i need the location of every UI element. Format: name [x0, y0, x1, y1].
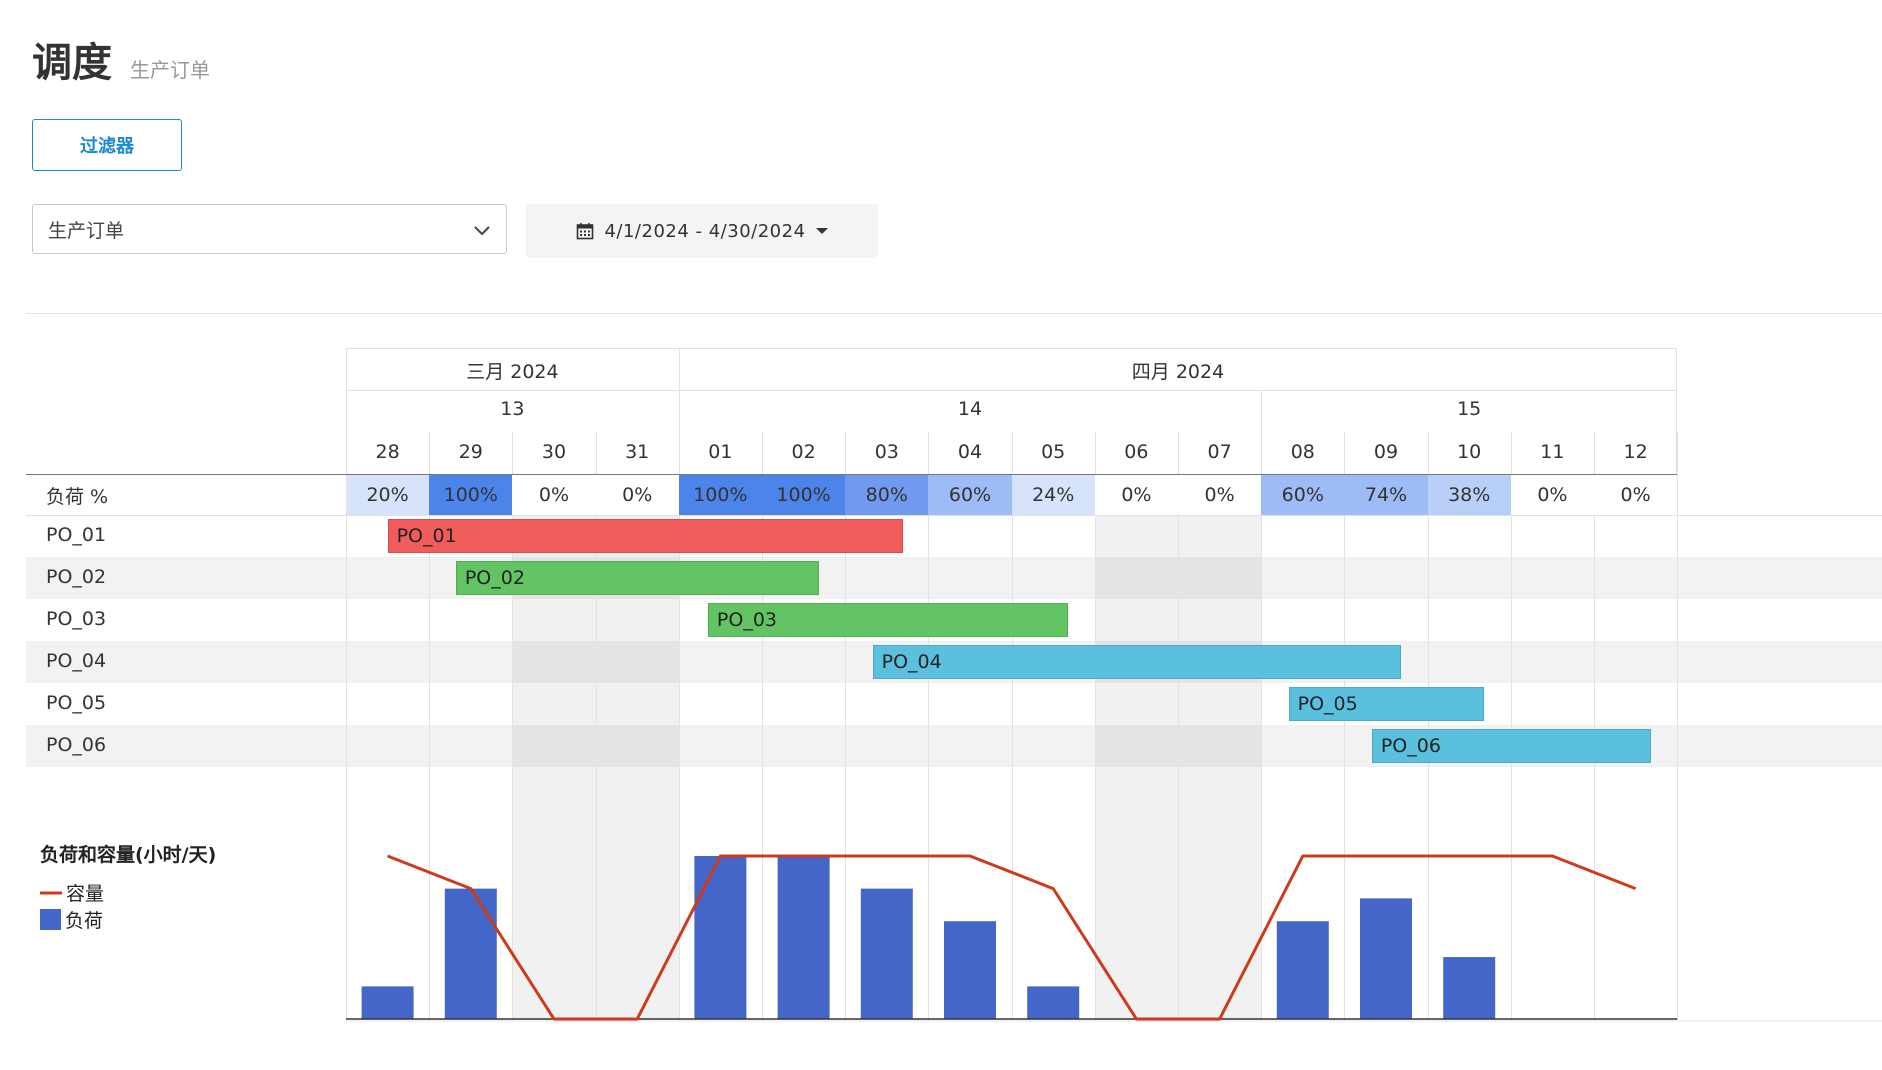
load-bar: [944, 921, 996, 1019]
load-capacity-chart: [346, 854, 1882, 1022]
load-bar: [444, 888, 497, 1019]
load-bar: [1360, 898, 1412, 1019]
load-bar: [1027, 986, 1080, 1019]
load-bar: [361, 986, 414, 1019]
load-bar: [1443, 957, 1496, 1019]
load-bar: [694, 856, 747, 1019]
load-bar: [1276, 921, 1329, 1019]
load-bar: [777, 856, 830, 1019]
load-bar: [860, 888, 913, 1019]
